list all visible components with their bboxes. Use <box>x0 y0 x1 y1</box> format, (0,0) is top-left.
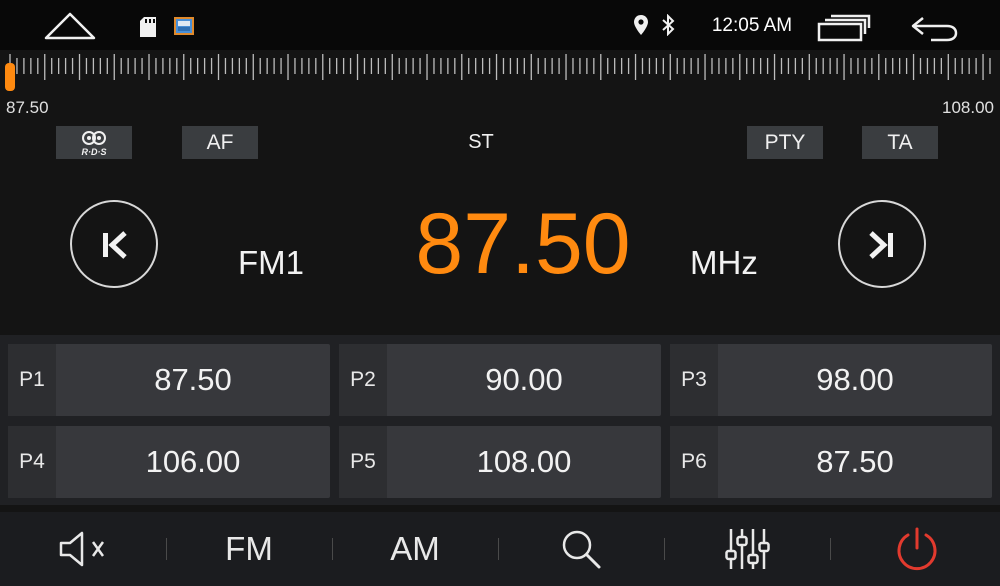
rds-button[interactable]: R·D·S <box>56 126 132 159</box>
preset-frequency: 87.50 <box>816 444 894 479</box>
preset-frequency: 106.00 <box>145 444 241 479</box>
af-button[interactable]: AF <box>182 126 258 159</box>
rds-text: R·D·S <box>82 147 107 157</box>
band-label: FM1 <box>238 244 304 281</box>
dial-indicator[interactable] <box>5 63 15 91</box>
preset-frequency: 87.50 <box>154 362 232 397</box>
dial-scale[interactable] <box>0 50 1000 96</box>
preset-button-p2[interactable]: P2 90.00 <box>339 344 661 416</box>
image-icon <box>174 17 194 35</box>
location-icon <box>634 15 648 35</box>
preset-button-p4[interactable]: P4 106.00 <box>8 426 330 498</box>
power-button[interactable] <box>834 512 1000 586</box>
preset-label: P4 <box>8 426 56 498</box>
rds-logo-icon: R·D·S <box>82 131 107 157</box>
skip-next-icon <box>869 231 893 259</box>
bottom-toolbar: FM AM <box>0 512 1000 586</box>
preset-label: P1 <box>8 344 56 416</box>
preset-frequency: 90.00 <box>485 362 563 397</box>
skip-previous-icon <box>103 231 127 259</box>
bluetooth-icon <box>662 14 675 36</box>
back-icon[interactable] <box>909 14 959 42</box>
preset-button-p5[interactable]: P5 108.00 <box>339 426 661 498</box>
preset-frequency: 108.00 <box>476 444 572 479</box>
clock: 12:05 AM <box>711 15 793 36</box>
current-frequency: 87.50 <box>415 196 631 292</box>
pty-button[interactable]: PTY <box>747 126 823 159</box>
equalizer-icon <box>725 529 770 569</box>
seek-next-button[interactable] <box>838 200 926 288</box>
mute-button[interactable] <box>0 512 166 586</box>
fm-band-button[interactable]: FM <box>166 512 332 586</box>
scan-button[interactable] <box>498 512 664 586</box>
preset-button-p1[interactable]: P1 87.50 <box>8 344 330 416</box>
preset-label: P3 <box>670 344 718 416</box>
preset-frequency: 98.00 <box>816 362 894 397</box>
am-band-button[interactable]: AM <box>332 512 498 586</box>
am-label: AM <box>390 530 440 567</box>
ta-button[interactable]: TA <box>862 126 938 159</box>
recent-apps-icon[interactable] <box>817 14 871 42</box>
search-icon <box>562 530 601 569</box>
fm-label: FM <box>225 530 273 567</box>
preset-label: P5 <box>339 426 387 498</box>
speaker-mute-icon <box>59 531 105 567</box>
equalizer-button[interactable] <box>664 512 830 586</box>
seek-previous-button[interactable] <box>70 200 158 288</box>
stereo-indicator: ST <box>468 131 494 153</box>
preset-button-p6[interactable]: P6 87.50 <box>670 426 992 498</box>
preset-panel: P1 87.50 P2 90.00 P3 98.00 P4 106.00 P5 … <box>0 335 1000 505</box>
home-icon[interactable] <box>44 10 96 40</box>
preset-label: P6 <box>670 426 718 498</box>
toolbar-divider <box>830 538 831 560</box>
dial-max-label: 108.00 <box>942 98 994 117</box>
power-icon <box>897 527 937 571</box>
status-bar: 12:05 AM <box>0 0 1000 50</box>
dial-min-label: 87.50 <box>6 98 49 117</box>
preset-label: P2 <box>339 344 387 416</box>
sd-card-icon <box>140 17 156 37</box>
preset-button-p3[interactable]: P3 98.00 <box>670 344 992 416</box>
tuner-dial[interactable]: 87.50 108.00 <box>0 50 1000 124</box>
frequency-unit: MHz <box>690 244 758 281</box>
